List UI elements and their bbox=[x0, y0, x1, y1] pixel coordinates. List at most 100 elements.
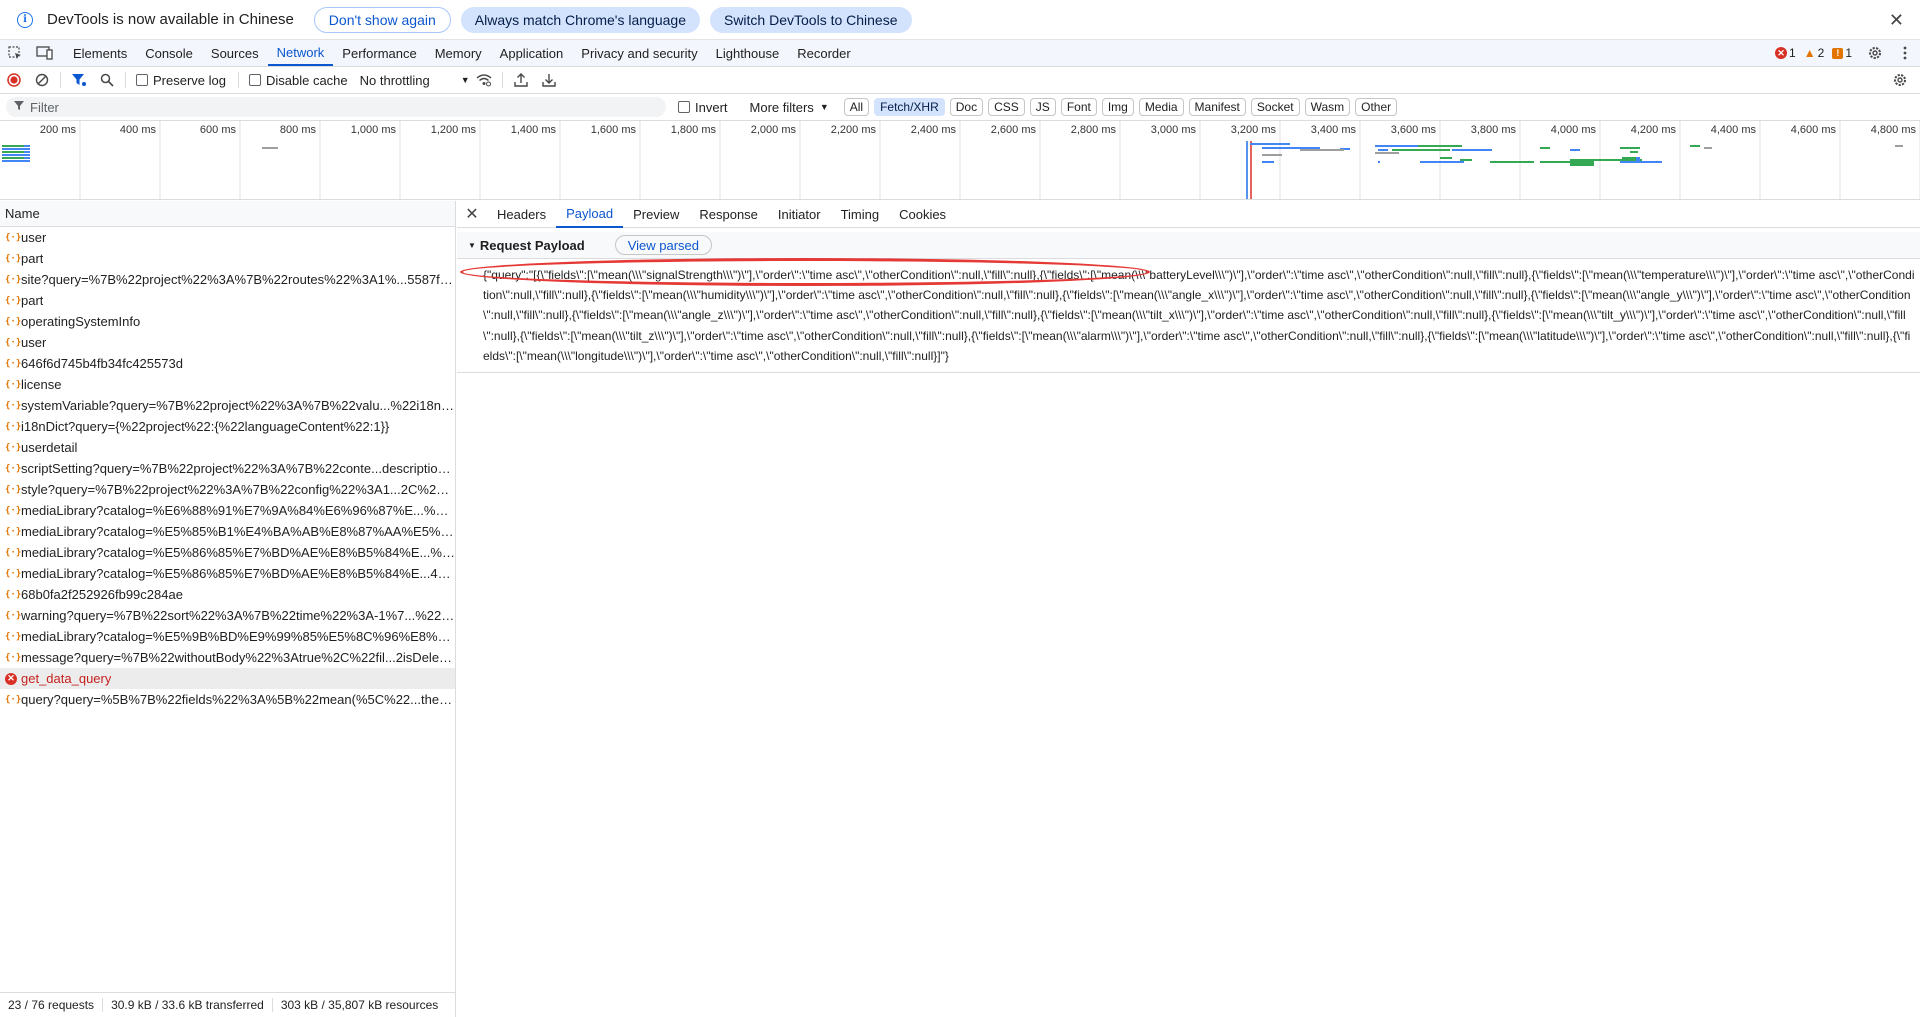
request-row[interactable]: {·} mediaLibrary?catalog=%E6%88%91%E7%9A%… bbox=[0, 500, 455, 521]
issue-icon: ! bbox=[1832, 47, 1844, 59]
issues-counter[interactable]: ! 1 bbox=[1832, 46, 1852, 60]
type-filter-other[interactable]: Other bbox=[1355, 98, 1398, 116]
more-options-icon[interactable] bbox=[1890, 40, 1920, 66]
settings-gear-icon[interactable] bbox=[1860, 40, 1890, 66]
switch-to-chinese-button[interactable]: Switch DevTools to Chinese bbox=[709, 6, 912, 33]
always-match-language-button[interactable]: Always match Chrome's language bbox=[460, 6, 700, 33]
checkbox-box[interactable] bbox=[136, 74, 148, 86]
type-filter-manifest[interactable]: Manifest bbox=[1188, 98, 1246, 116]
checkbox-box[interactable] bbox=[248, 74, 261, 86]
timeline-request-bar bbox=[1895, 145, 1903, 147]
xhr-icon: {·} bbox=[5, 526, 22, 537]
invert-checkbox[interactable]: Invert bbox=[678, 100, 728, 115]
close-icon[interactable]: ✕ bbox=[1889, 10, 1904, 31]
detail-tab-payload[interactable]: Payload bbox=[556, 201, 624, 228]
tab-network[interactable]: Network bbox=[267, 40, 334, 66]
request-row[interactable]: {·} user bbox=[0, 332, 455, 353]
timeline-request-bar bbox=[1630, 151, 1638, 153]
request-row[interactable]: {·} mediaLibrary?catalog=%E5%85%B1%E4%BA%… bbox=[0, 521, 455, 542]
request-row[interactable]: {·} systemVariable?query=%7B%22project%22… bbox=[0, 395, 455, 416]
type-filter-fetchxhr[interactable]: Fetch/XHR bbox=[874, 98, 945, 116]
tab-elements[interactable]: Elements bbox=[64, 40, 136, 66]
xhr-icon: {·} bbox=[5, 547, 22, 558]
detail-tab-cookies[interactable]: Cookies bbox=[889, 201, 956, 228]
request-row[interactable]: {·} mediaLibrary?catalog=%E5%9B%BD%E9%99%… bbox=[0, 626, 455, 647]
detail-tab-timing[interactable]: Timing bbox=[831, 201, 890, 228]
type-filter-wasm[interactable]: Wasm bbox=[1304, 98, 1351, 116]
tab-sources[interactable]: Sources bbox=[202, 40, 268, 66]
type-filter-all[interactable]: All bbox=[843, 98, 870, 116]
request-row[interactable]: {·} mediaLibrary?catalog=%E5%86%85%E7%BD%… bbox=[0, 563, 455, 584]
network-conditions-icon[interactable] bbox=[470, 67, 498, 93]
type-filter-js[interactable]: JS bbox=[1029, 98, 1056, 116]
detail-tab-response[interactable]: Response bbox=[689, 201, 768, 228]
request-row[interactable]: ✕ get_data_query bbox=[0, 668, 455, 689]
close-detail-icon[interactable]: ✕ bbox=[457, 204, 487, 224]
record-icon[interactable] bbox=[0, 67, 28, 93]
filter-input[interactable]: Filter bbox=[6, 97, 666, 117]
request-row[interactable]: {·} message?query=%7B%22withoutBody%22%3A… bbox=[0, 647, 455, 668]
warnings-counter[interactable]: ▲ 2 bbox=[1804, 46, 1825, 60]
clear-icon[interactable] bbox=[28, 67, 56, 93]
network-settings-gear-icon[interactable] bbox=[1886, 67, 1914, 93]
request-row[interactable]: {·} license bbox=[0, 374, 455, 395]
export-har-icon[interactable] bbox=[535, 67, 563, 93]
request-row[interactable]: {·} warning?query=%7B%22sort%22%3A%7B%22t… bbox=[0, 605, 455, 626]
request-payload-section-header[interactable]: ▼ Request Payload View parsed bbox=[457, 232, 1920, 259]
timeline-tick-label: 1,600 ms bbox=[591, 124, 637, 136]
divider bbox=[125, 72, 126, 88]
inspect-element-icon[interactable] bbox=[0, 40, 30, 66]
type-filter-img[interactable]: Img bbox=[1101, 98, 1134, 116]
request-row[interactable]: {·} site?query=%7B%22project%22%3A%7B%22r… bbox=[0, 269, 455, 290]
checkbox-box[interactable] bbox=[678, 101, 690, 113]
request-row[interactable]: {·} query?query=%5B%7B%22fields%22%3A%5B%… bbox=[0, 689, 455, 710]
disable-cache-label: Disable cache bbox=[265, 72, 348, 88]
request-row[interactable]: {·} part bbox=[0, 290, 455, 311]
tab-recorder[interactable]: Recorder bbox=[788, 40, 859, 66]
filter-icon[interactable] bbox=[65, 67, 93, 93]
throttling-select[interactable]: No throttling ▼ bbox=[360, 73, 470, 88]
request-row[interactable]: {·} user bbox=[0, 227, 455, 248]
detail-tab-headers[interactable]: Headers bbox=[487, 201, 556, 228]
request-row[interactable]: {·} operatingSystemInfo bbox=[0, 311, 455, 332]
request-row[interactable]: {·} style?query=%7B%22project%22%3A%7B%22… bbox=[0, 479, 455, 500]
type-filter-font[interactable]: Font bbox=[1060, 98, 1097, 116]
request-row[interactable]: {·} part bbox=[0, 248, 455, 269]
view-parsed-button[interactable]: View parsed bbox=[614, 235, 712, 255]
type-filter-media[interactable]: Media bbox=[1138, 98, 1184, 116]
tab-privacy-and-security[interactable]: Privacy and security bbox=[572, 40, 706, 66]
disable-cache-checkbox[interactable]: Disable cache bbox=[248, 72, 348, 88]
device-toolbar-icon[interactable] bbox=[30, 40, 60, 66]
type-filter-css[interactable]: CSS bbox=[988, 98, 1025, 116]
tab-lighthouse[interactable]: Lighthouse bbox=[707, 40, 789, 66]
tab-console[interactable]: Console bbox=[136, 40, 202, 66]
type-filter-doc[interactable]: Doc bbox=[949, 98, 984, 116]
timeline-tick-label: 2,000 ms bbox=[751, 124, 797, 136]
expand-triangle-icon[interactable]: ▼ bbox=[468, 241, 476, 250]
request-name: scriptSetting?query=%7B%22project%22%3A%… bbox=[21, 461, 455, 476]
tab-performance[interactable]: Performance bbox=[333, 40, 425, 66]
errors-counter[interactable]: ✕ 1 bbox=[1775, 46, 1796, 60]
request-row[interactable]: {·} 68b0fa2f252926fb99c284ae bbox=[0, 584, 455, 605]
request-row[interactable]: {·} i18nDict?query={%22project%22:{%22lan… bbox=[0, 416, 455, 437]
request-row[interactable]: {·} userdetail bbox=[0, 437, 455, 458]
dont-show-again-button[interactable]: Don't show again bbox=[313, 6, 451, 33]
request-name: mediaLibrary?catalog=%E5%9B%BD%E9%99%85%… bbox=[21, 629, 455, 644]
request-row[interactable]: {·} mediaLibrary?catalog=%E5%86%85%E7%BD%… bbox=[0, 542, 455, 563]
more-filters-dropdown[interactable]: More filters ▼ bbox=[750, 100, 829, 115]
xhr-icon: {·} bbox=[5, 358, 22, 369]
tab-application[interactable]: Application bbox=[491, 40, 573, 66]
tab-memory[interactable]: Memory bbox=[426, 40, 491, 66]
detail-tab-preview[interactable]: Preview bbox=[623, 201, 689, 228]
request-row[interactable]: {·} 646f6d745b4fb34fc425573d bbox=[0, 353, 455, 374]
import-har-icon[interactable] bbox=[507, 67, 535, 93]
preserve-log-checkbox[interactable]: Preserve log bbox=[136, 73, 226, 88]
timeline-tick-label: 2,600 ms bbox=[991, 124, 1037, 136]
network-overview-timeline[interactable]: 200 ms 400 ms 600 ms 800 ms 1,000 ms 1,200 ms… bbox=[0, 121, 1920, 200]
search-icon[interactable] bbox=[93, 67, 121, 93]
name-column-header[interactable]: Name bbox=[0, 201, 455, 227]
detail-tab-initiator[interactable]: Initiator bbox=[768, 201, 831, 228]
xhr-icon: {·} bbox=[5, 589, 22, 600]
request-row[interactable]: {·} scriptSetting?query=%7B%22project%22%… bbox=[0, 458, 455, 479]
type-filter-socket[interactable]: Socket bbox=[1250, 98, 1300, 116]
